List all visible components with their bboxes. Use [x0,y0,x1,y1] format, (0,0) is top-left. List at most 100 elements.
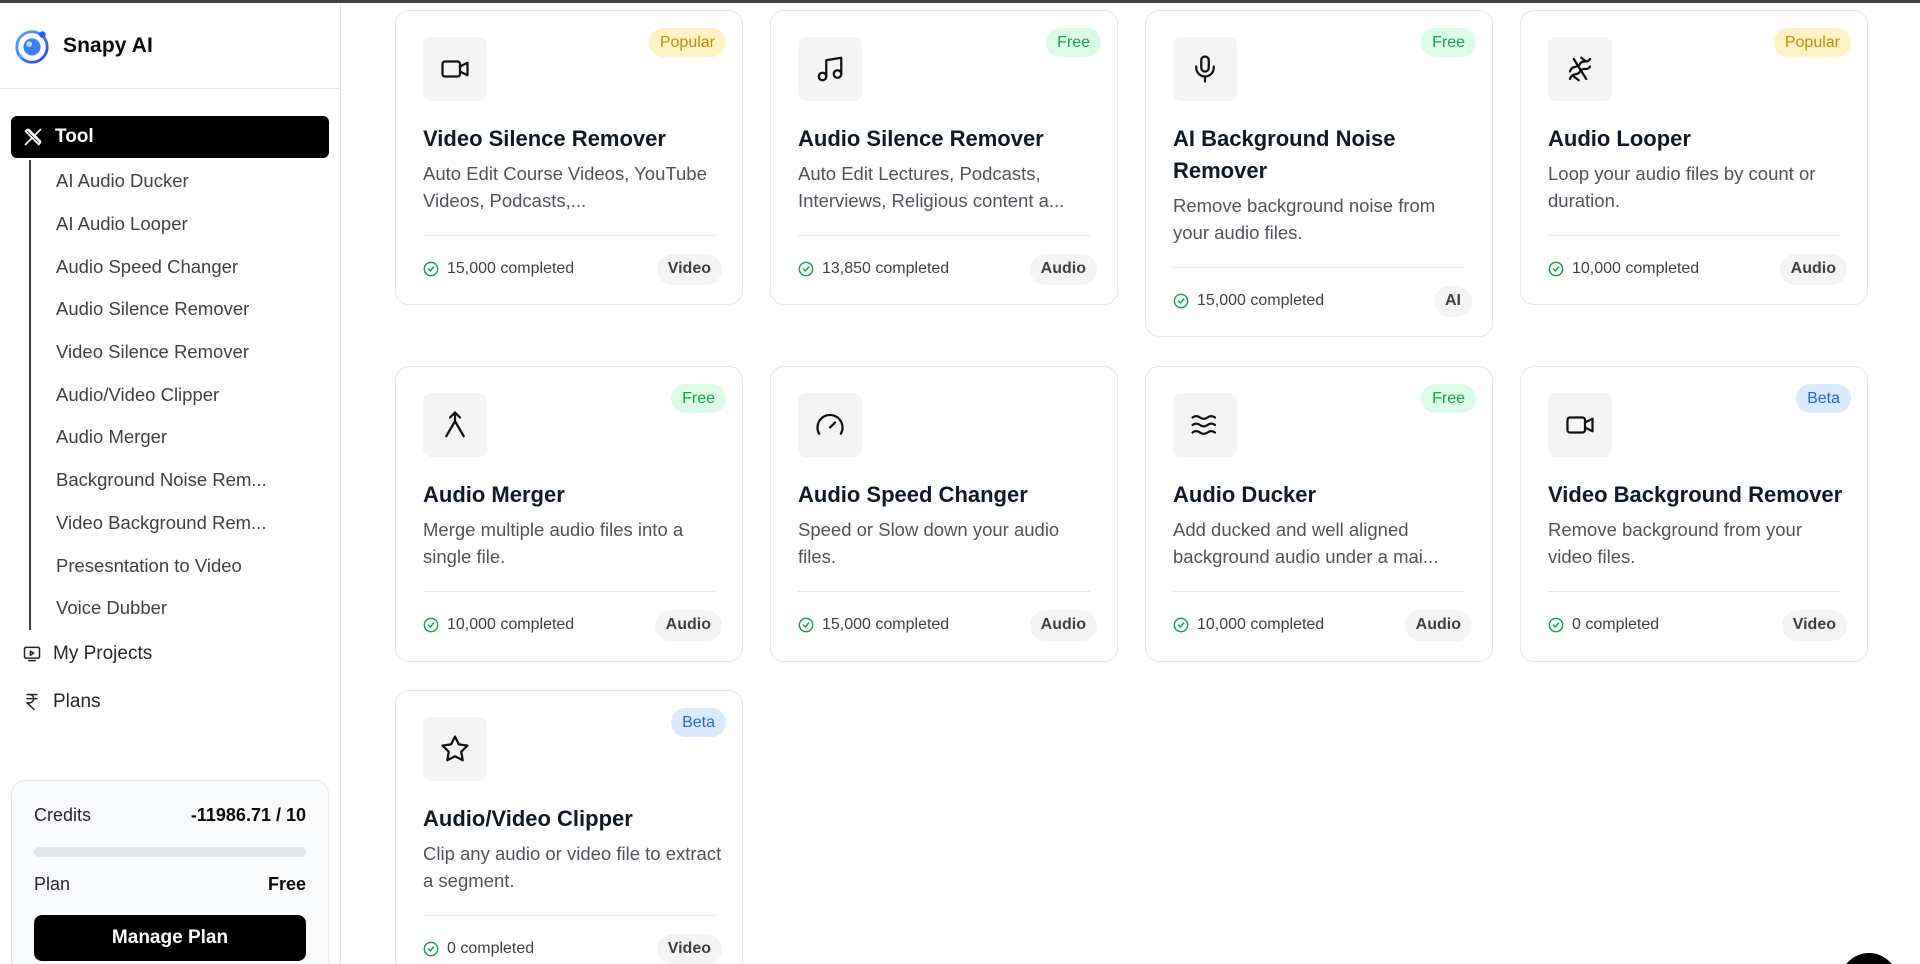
completed-count: 15,000 completed [798,616,949,634]
credits-label: Credits [34,805,92,825]
credits-row: Credits -11986.71 / 10 [34,805,306,826]
completed-count-text: 0 completed [1572,616,1660,633]
card-divider [1173,267,1465,268]
tool-card-footer: 10,000 completed Audio [1173,609,1472,641]
tool-card-audio-looper[interactable]: Popular Audio Looper Loop your audio files… [1520,10,1868,305]
tool-title: Audio/Video Clipper [423,806,633,831]
tool-card-footer: 10,000 completed Audio [1548,253,1847,285]
tool-badge: Popular [1773,28,1851,57]
tool-icon-box [1548,37,1612,101]
projects-icon [23,646,41,662]
tool-description: Speed or Slow down your audio files. [798,519,1060,567]
category-tag: AI [1434,285,1472,317]
nav-plans[interactable]: Plans [22,682,101,722]
app-name: Snapy AI [63,33,153,57]
plan-value: Free [267,874,306,894]
plan-label: Plan [34,874,71,894]
check-circle-icon [1548,261,1564,277]
tool-card-footer: 0 completed Video [423,933,722,964]
credits-value: -11986.71 / 10 [190,805,306,825]
tool-icon-box [423,717,487,781]
tool-card-footer: 15,000 completed Video [423,253,722,285]
check-circle-icon [798,617,814,633]
card-divider [1548,235,1840,236]
tool-card-audio-ducker[interactable]: Free Audio Ducker Add ducked and well alig… [1145,366,1493,662]
tool-card-video-background-remover[interactable]: Beta Video Background Remover Remove backg… [1520,366,1868,662]
tool-description: Auto Edit Lectures, Podcasts, Interviews… [798,163,1065,211]
completed-count: 15,000 completed [1173,292,1324,310]
check-circle-icon [423,941,439,957]
subnav-item-audio-merger[interactable]: Audio Merger [31,416,329,459]
tool-icon-box [1173,393,1237,457]
tool-card-audio-speed-changer[interactable]: Audio Speed Changer Speed or Slow down yo… [770,366,1118,662]
tool-card-ai-background-noise-remover[interactable]: Free AI Background Noise Remover Remove ba… [1145,10,1493,337]
rupee-icon [26,693,38,711]
card-divider [423,915,715,916]
nav-my-projects[interactable]: My Projects [22,634,152,674]
completed-count-text: 10,000 completed [1197,616,1325,633]
completed-count: 15,000 completed [423,260,574,278]
tool-icon-box [1173,37,1237,101]
subnav-item-video-silence-remover[interactable]: Video Silence Remover [31,331,329,374]
credits-card: Credits -11986.71 / 10 Plan Free Manage … [11,780,329,964]
chat-widget-button[interactable] [1840,953,1898,964]
tool-title: Audio Ducker [1173,482,1317,507]
completed-count-text: 10,000 completed [1572,260,1700,277]
video-camera-icon [441,60,469,78]
tools-icon [24,128,42,146]
subnav-item-audio-video-clipper[interactable]: Audio/Video Clipper [31,373,329,416]
tool-card-audio-silence-remover[interactable]: Free Audio Silence Remover Auto Edit Lectu… [770,10,1118,305]
card-divider [798,235,1090,236]
subnav-item-video-background-remover[interactable]: Video Background Rem... [31,502,329,545]
check-circle-icon [1548,617,1564,633]
check-circle-icon [798,261,814,277]
tool-title: Video Silence Remover [423,126,666,151]
loop-icon [1568,56,1592,82]
category-tag: Video [1781,609,1847,641]
subnav-item-ai-audio-looper[interactable]: AI Audio Looper [31,203,329,246]
nav-tool-label: Tool [55,126,94,147]
music-note-icon [817,56,843,82]
tool-title: Video Background Remover [1548,482,1843,507]
tool-card-audio-video-clipper[interactable]: Beta Audio/Video Clipper Clip any audio or… [395,690,743,964]
tool-description: Merge multiple audio files into a single… [423,519,684,567]
tool-icon-box [423,37,487,101]
tool-description: Clip any audio or video file to extract … [423,843,722,891]
brand[interactable]: Snapy AI [0,3,340,89]
snapy-logo-icon [15,29,49,64]
subnav-item-background-noise-remover[interactable]: Background Noise Rem... [31,459,329,502]
tool-title: Audio Looper [1548,126,1691,151]
tool-title: AI Background Noise Remover [1173,126,1396,183]
completed-count-text: 15,000 completed [822,616,950,633]
category-tag: Audio [1029,253,1097,285]
completed-count: 10,000 completed [1548,260,1699,278]
tool-card-video-silence-remover[interactable]: Popular Video Silence Remover Auto Edit Co… [395,10,743,305]
tool-card-audio-merger[interactable]: Free Audio Merger Merge multiple audio fil… [395,366,743,662]
nav-plans-label: Plans [53,691,101,712]
subnav-item-audio-speed-changer[interactable]: Audio Speed Changer [31,245,329,288]
subnav-item-voice-dubber[interactable]: Voice Dubber [31,587,329,630]
category-tag: Video [656,933,722,964]
category-tag: Audio [1779,253,1847,285]
gauge-icon [816,413,844,435]
category-tag: Audio [1029,609,1097,641]
tool-title: Audio Silence Remover [798,126,1044,151]
completed-count: 10,000 completed [423,616,574,634]
check-circle-icon [423,617,439,633]
completed-count-text: 0 completed [447,940,535,957]
subnav-item-ai-audio-ducker[interactable]: AI Audio Ducker [31,160,329,203]
completed-count: 13,850 completed [798,260,949,278]
tool-title: Audio Speed Changer [798,482,1028,507]
tool-badge: Beta [1796,384,1851,413]
nav-tool[interactable]: Tool [11,116,329,158]
card-divider [1548,591,1840,592]
tool-badge: Free [1421,384,1476,413]
check-circle-icon [1173,293,1189,309]
subnav-item-audio-silence-remover[interactable]: Audio Silence Remover [31,288,329,331]
manage-plan-button[interactable]: Manage Plan [34,915,306,961]
subnav-item-presentation-to-video[interactable]: Presesntation to Video [31,544,329,587]
tool-icon-box [1548,393,1612,457]
category-tag: Video [656,253,722,285]
tool-subnav: AI Audio Ducker AI Audio Looper Audio Sp… [29,160,329,630]
tool-description: Remove background noise from your audio … [1173,195,1436,243]
